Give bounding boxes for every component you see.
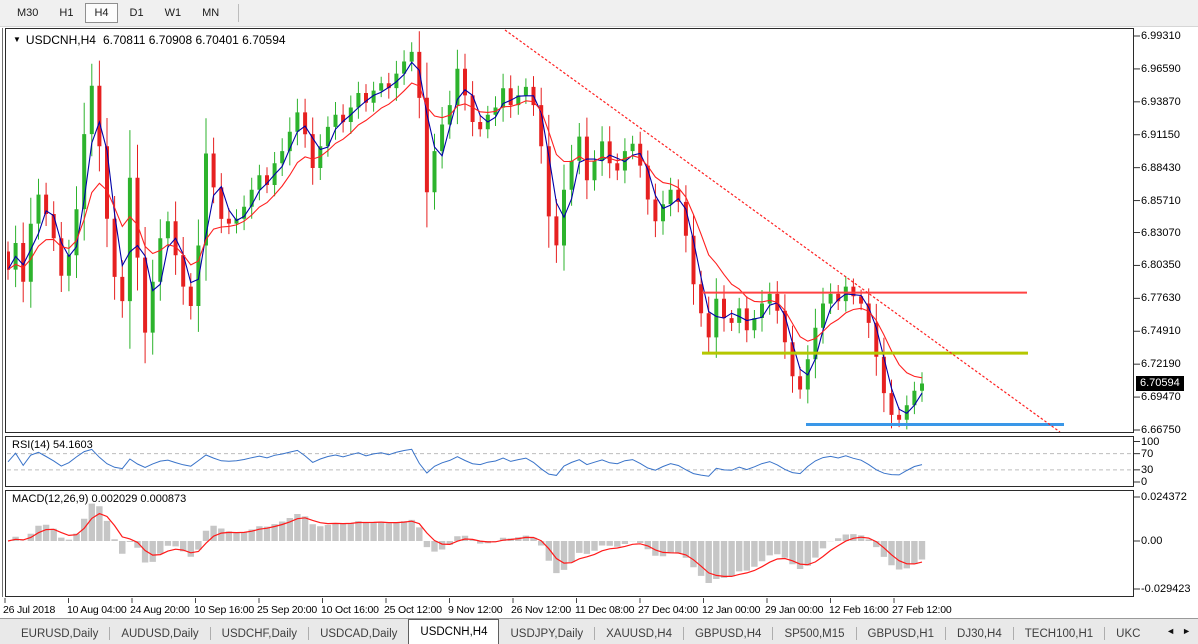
tab-tech100-h1[interactable]: TECH100,H1 <box>1014 624 1104 644</box>
tab-gbpusd-h1[interactable]: GBPUSD,H1 <box>857 624 945 644</box>
time-axis-label: 25 Sep 20:00 <box>257 604 317 616</box>
time-axis-label: 26 Jul 2018 <box>3 604 55 616</box>
time-axis-label: 27 Feb 12:00 <box>892 604 951 616</box>
chart-canvas[interactable] <box>0 0 1198 644</box>
price-axis-label: 6.80350 <box>1141 258 1181 272</box>
timeframe-button-d1[interactable]: D1 <box>121 3 153 23</box>
price-axis-label: 6.99310 <box>1141 29 1181 43</box>
timeframe-button-mn[interactable]: MN <box>193 3 228 23</box>
time-axis-label: 11 Dec 08:00 <box>575 604 634 616</box>
macd-axis-label: 0.024372 <box>1141 490 1187 504</box>
macd-axis-label: 0.00 <box>1141 534 1162 548</box>
timeframe-button-w1[interactable]: W1 <box>156 3 191 23</box>
time-axis-label: 10 Oct 16:00 <box>321 604 379 616</box>
chart-ohlc-values: 6.70811 6.70908 6.70401 6.70594 <box>103 33 286 47</box>
tab-usdjpy-daily[interactable]: USDJPY,Daily <box>499 624 594 644</box>
time-axis-label: 12 Jan 00:00 <box>702 604 760 616</box>
tab-audusd-daily[interactable]: AUDUSD,Daily <box>110 624 209 644</box>
timeframe-toolbar: M30H1H4D1W1MN <box>0 0 1198 27</box>
tab-dj30-h4[interactable]: DJ30,H4 <box>946 624 1013 644</box>
price-axis-label: 6.83070 <box>1141 226 1181 240</box>
chart-symbol-label: USDCNH,H4 <box>26 33 96 47</box>
time-axis-label: 27 Dec 04:00 <box>638 604 698 616</box>
symbol-tab-bar: EURUSD,DailyAUDUSD,DailyUSDCHF,DailyUSDC… <box>0 618 1198 644</box>
tab-usdchf-daily[interactable]: USDCHF,Daily <box>211 624 308 644</box>
price-axis-label: 6.85710 <box>1141 194 1181 208</box>
price-axis-label: 6.93870 <box>1141 95 1181 109</box>
price-axis-label: 6.77630 <box>1141 291 1181 305</box>
timeframe-button-h4[interactable]: H4 <box>85 3 117 23</box>
price-axis-label: 6.88430 <box>1141 161 1181 175</box>
toolbar-separator <box>238 4 239 22</box>
tab-xauusd-h4[interactable]: XAUUSD,H4 <box>595 624 683 644</box>
price-axis-label: 6.96590 <box>1141 62 1181 76</box>
tab-scroll-right-button[interactable]: ► <box>1182 626 1191 636</box>
tab-gbpusd-h4[interactable]: GBPUSD,H4 <box>684 624 772 644</box>
macd-axis-label: -0.029423 <box>1141 582 1191 596</box>
rsi-indicator-label: RSI(14) 54.1603 <box>12 439 93 451</box>
price-axis-label: 6.69470 <box>1141 390 1181 404</box>
tab-usdcnh-h4[interactable]: USDCNH,H4 <box>408 619 499 644</box>
time-axis-label: 10 Aug 04:00 <box>67 604 127 616</box>
price-axis-label: 6.91150 <box>1141 128 1180 142</box>
time-axis-label: 25 Oct 12:00 <box>384 604 442 616</box>
timeframe-button-h1[interactable]: H1 <box>50 3 82 23</box>
time-axis-label: 10 Sep 16:00 <box>194 604 254 616</box>
time-axis-label: 26 Nov 12:00 <box>511 604 571 616</box>
time-axis-label: 9 Nov 12:00 <box>448 604 502 616</box>
timeframe-button-m30[interactable]: M30 <box>8 3 47 23</box>
macd-indicator-label: MACD(12,26,9) 0.002029 0.000873 <box>12 493 186 505</box>
time-axis-label: 12 Feb 16:00 <box>829 604 888 616</box>
rsi-axis-label: 70 <box>1141 447 1153 461</box>
tab-eurusd-daily[interactable]: EURUSD,Daily <box>10 624 109 644</box>
tab-scroll-left-button[interactable]: ◄ <box>1166 626 1175 636</box>
chart-dropdown-icon[interactable]: ▼ <box>13 35 21 44</box>
chart-ohlc-readout: ▼ USDCNH,H4 6.70811 6.70908 6.70401 6.70… <box>13 33 286 47</box>
rsi-axis-label: 0 <box>1141 475 1147 489</box>
price-axis-label: 6.74910 <box>1141 324 1181 338</box>
price-axis-label: 6.72190 <box>1141 357 1181 371</box>
tab-usdcad-daily[interactable]: USDCAD,Daily <box>309 624 408 644</box>
tab-scroll-arrows: ◄► <box>1166 618 1198 644</box>
tab-ukc[interactable]: UKC <box>1105 624 1151 644</box>
tab-sp500-m15[interactable]: SP500,M15 <box>773 624 855 644</box>
time-axis-label: 24 Aug 20:00 <box>130 604 190 616</box>
time-axis-label: 29 Jan 00:00 <box>765 604 823 616</box>
current-price-badge: 6.70594 <box>1136 376 1184 391</box>
